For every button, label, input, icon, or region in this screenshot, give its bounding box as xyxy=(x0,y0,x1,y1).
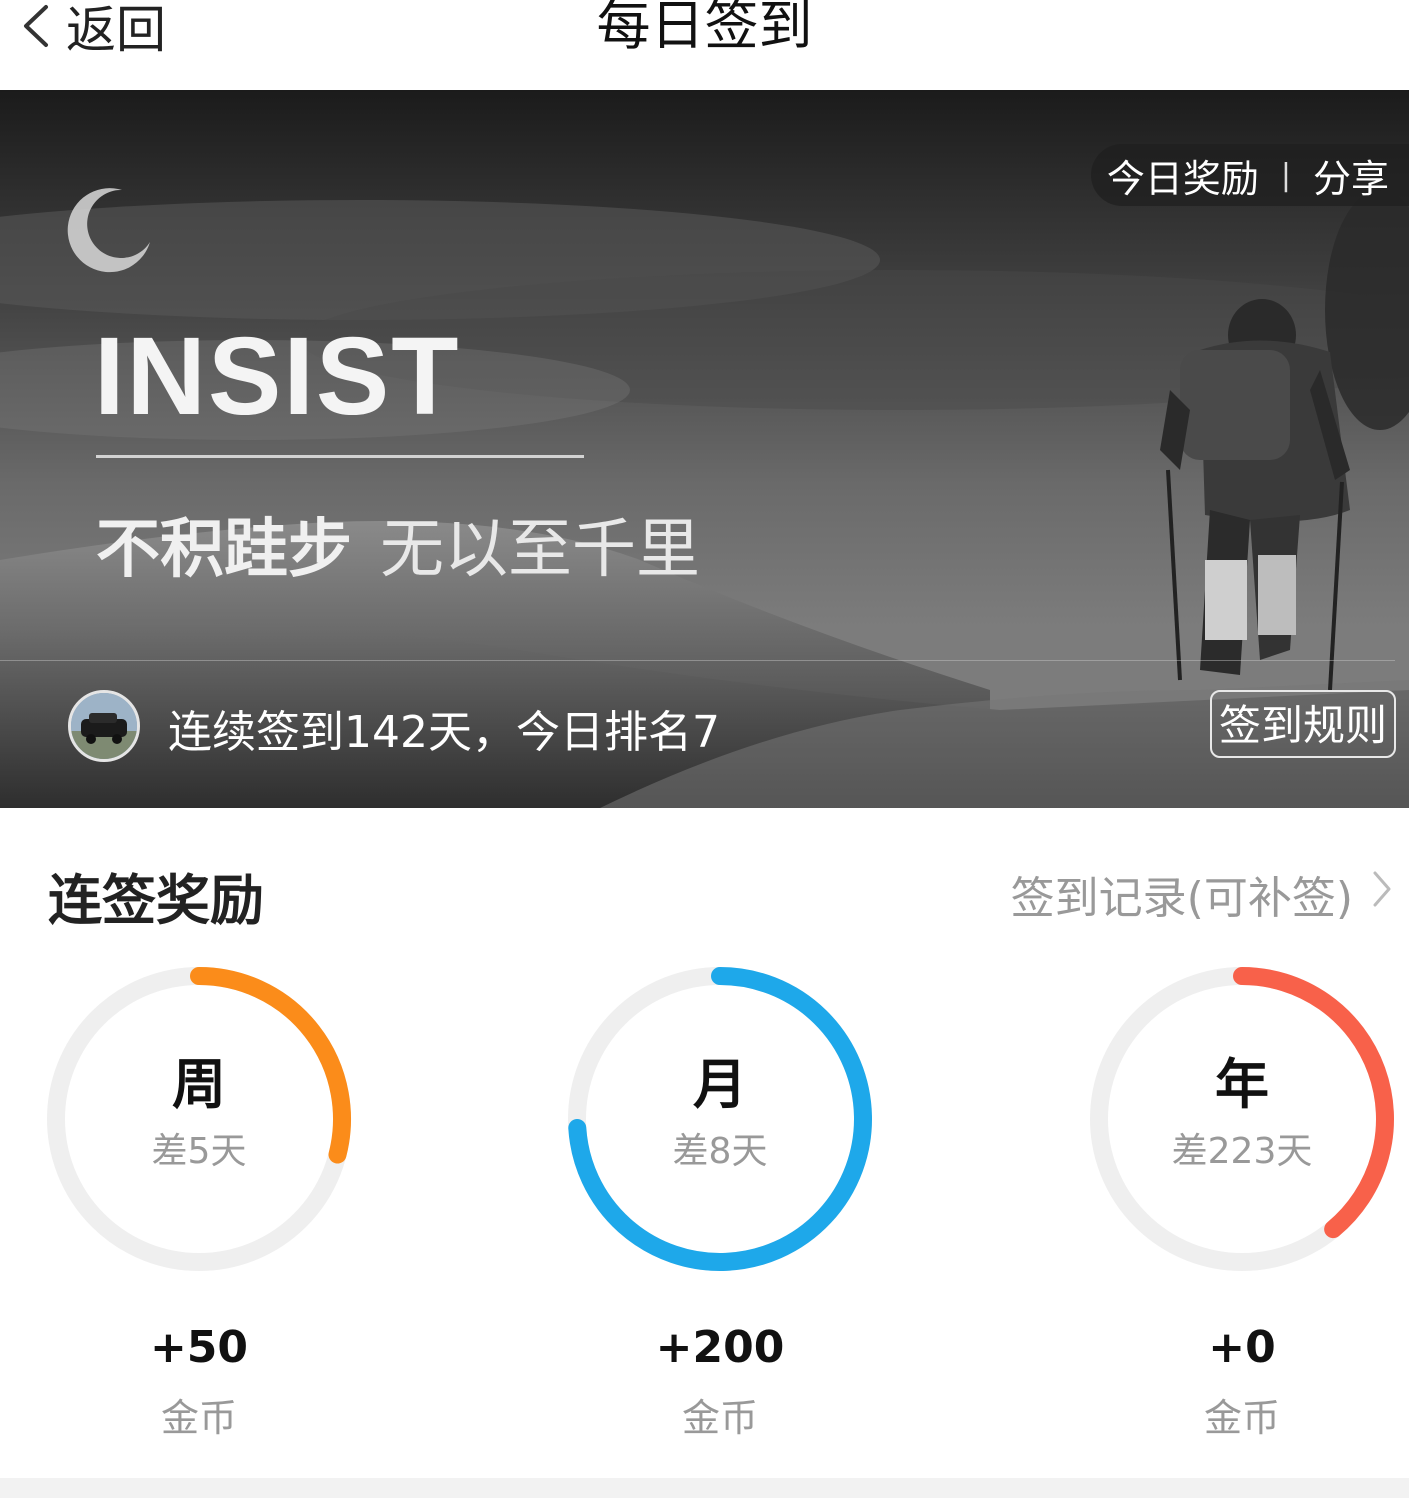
progress-ring: 年 差223天 xyxy=(1089,966,1395,1272)
coin-amount: +50 xyxy=(149,1322,249,1373)
daily-checkin-page: 返回 每日签到 今日奖励 | 分享 INSIST 不积跬步 无以至千里 连续签到… xyxy=(0,0,1409,1498)
section-title: 连签奖励 xyxy=(48,869,264,932)
days-remaining: 差223天 xyxy=(1171,1131,1313,1172)
checkin-records-label: 签到记录(可补签) xyxy=(1010,873,1353,924)
streak-status-text: 连续签到142天，今日排名7 xyxy=(168,707,720,758)
top-nav-bar: 返回 每日签到 xyxy=(0,0,1409,90)
headline-underline xyxy=(96,455,584,458)
share-link[interactable]: 分享 xyxy=(1313,148,1389,203)
progress-ring: 周 差5天 xyxy=(46,966,352,1272)
period-label: 年 xyxy=(1215,1053,1269,1116)
period-label: 周 xyxy=(172,1053,226,1116)
coin-unit: 金币 xyxy=(160,1396,237,1440)
coin-amount: +200 xyxy=(655,1322,785,1373)
days-remaining: 差5天 xyxy=(151,1131,247,1172)
reward-card-year[interactable]: 年 差223天 +0 金币 xyxy=(1089,966,1395,1442)
coin-unit: 金币 xyxy=(1203,1396,1280,1440)
page-title: 每日签到 xyxy=(596,0,813,57)
progress-ring: 月 差8天 xyxy=(567,966,873,1272)
bottom-divider-strip xyxy=(0,1478,1409,1498)
days-remaining: 差8天 xyxy=(672,1131,768,1172)
actions-separator: | xyxy=(1280,157,1291,193)
banner-top-actions: 今日奖励 | 分享 xyxy=(1090,144,1409,206)
checkin-records-link[interactable]: 签到记录(可补签) xyxy=(1011,862,1393,926)
hero-banner: 今日奖励 | 分享 INSIST 不积跬步 无以至千里 连续签到142天，今日排名… xyxy=(0,90,1409,808)
coin-amount: +0 xyxy=(1208,1322,1276,1373)
period-label: 月 xyxy=(693,1053,747,1116)
banner-slogan: 不积跬步 无以至千里 xyxy=(96,498,700,590)
checkin-rules-button[interactable]: 签到规则 xyxy=(1210,690,1396,758)
reward-card-week[interactable]: 周 差5天 +50 金币 xyxy=(46,966,352,1442)
coin-unit: 金币 xyxy=(681,1396,758,1440)
banner-headline: INSIST xyxy=(94,315,461,438)
reward-card-month[interactable]: 月 差8天 +200 金币 xyxy=(567,966,873,1442)
chevron-right-icon xyxy=(1371,869,1393,920)
slogan-thin: 无以至千里 xyxy=(380,513,700,587)
banner-divider xyxy=(0,660,1395,661)
avatar[interactable] xyxy=(68,690,140,762)
slogan-bold: 不积跬步 xyxy=(96,513,352,587)
today-reward-link[interactable]: 今日奖励 xyxy=(1107,148,1259,203)
